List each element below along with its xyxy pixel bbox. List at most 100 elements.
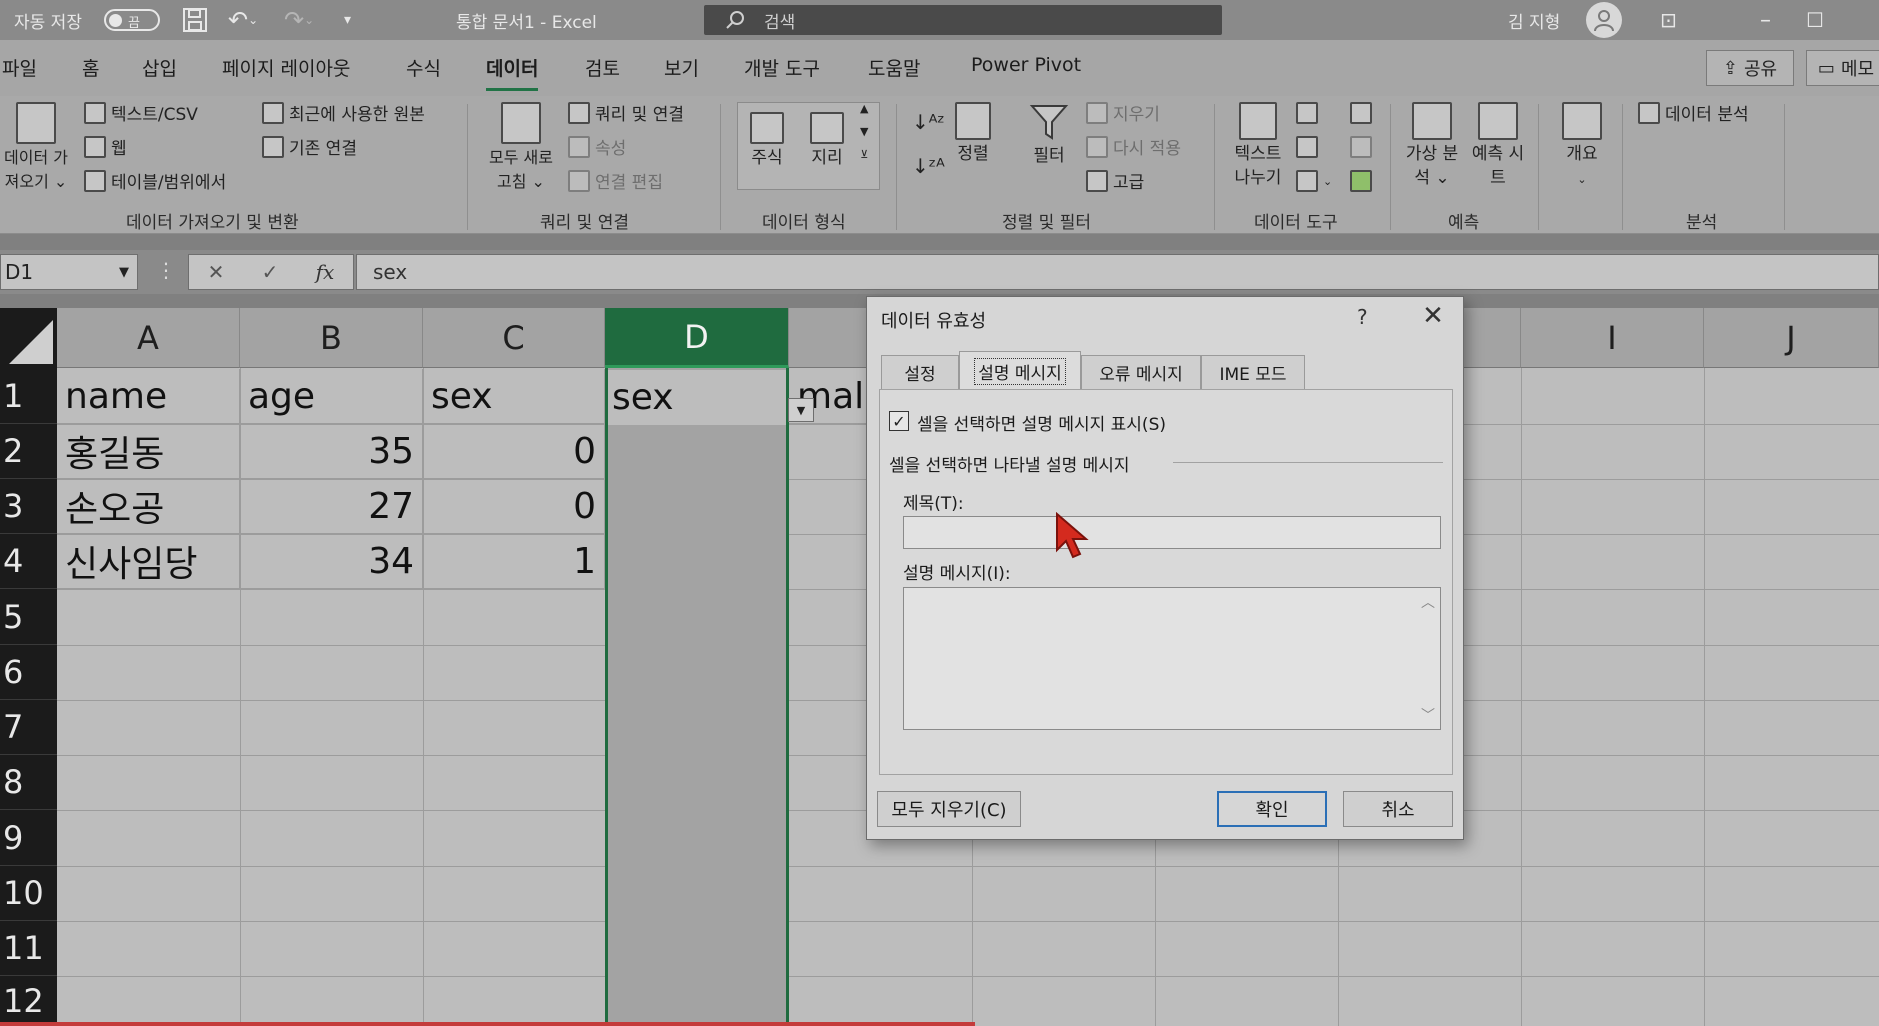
tab-review[interactable]: 검토 [585, 54, 620, 81]
qat-customize-icon[interactable]: ▾ [344, 0, 351, 40]
share-button[interactable]: ⇪ 공유 [1706, 50, 1794, 86]
chevron-down-icon[interactable]: ▼ [119, 265, 129, 280]
column-header-i[interactable]: I [1521, 308, 1704, 368]
cell-a1[interactable]: name [57, 369, 240, 424]
row-header-12[interactable]: 12 [0, 976, 57, 1026]
relationships-button[interactable] [1350, 136, 1372, 158]
select-all-button[interactable] [0, 308, 57, 368]
existing-connections-button[interactable]: 기존 연결 [262, 134, 357, 159]
ok-button[interactable]: 확인 [1217, 791, 1327, 827]
help-icon[interactable]: ? [1357, 305, 1368, 329]
data-validation-button[interactable]: ⌄ [1296, 170, 1332, 192]
recent-sources-button[interactable]: 최근에 사용한 원본 [262, 100, 425, 125]
reapply-button[interactable]: 다시 적용 [1086, 134, 1181, 159]
what-if-button[interactable]: 가상 분석 ⌄ [1400, 102, 1464, 190]
data-model-button[interactable] [1350, 170, 1372, 192]
refresh-all-button[interactable]: 모두 새로 고침 ⌄ [480, 102, 562, 194]
enter-icon[interactable]: ✓ [262, 260, 279, 284]
maximize-icon[interactable]: ☐ [1806, 0, 1824, 40]
save-icon[interactable] [182, 0, 208, 40]
cell-c2[interactable]: 0 [423, 424, 605, 479]
tab-view[interactable]: 보기 [664, 54, 699, 81]
selected-column-d[interactable] [605, 368, 789, 1026]
forecast-sheet-button[interactable]: 예측 시트 [1470, 102, 1526, 190]
cancel-button[interactable]: 취소 [1343, 791, 1453, 827]
row-header-4[interactable]: 4 [0, 534, 57, 589]
cell-b1[interactable]: age [240, 369, 423, 424]
tab-input-message[interactable]: 설명 메시지 [959, 351, 1081, 391]
sort-desc-button[interactable]: ↓ᶻᴬ [912, 154, 945, 178]
advanced-filter-button[interactable]: 고급 [1086, 168, 1144, 193]
tab-error-alert[interactable]: 오류 메시지 [1081, 355, 1201, 389]
text-to-columns-button[interactable]: 텍스트 나누기 [1226, 102, 1290, 190]
cell-c4[interactable]: 1 [423, 534, 605, 589]
sort-asc-button[interactable]: ↓ᴬᶻ [912, 110, 945, 134]
validation-dropdown-icon[interactable]: ▼ [788, 398, 814, 422]
cell-b2[interactable]: 35 [240, 424, 423, 479]
properties-button[interactable]: 속성 [568, 134, 626, 159]
queries-connections-button[interactable]: 쿼리 및 연결 [568, 100, 684, 125]
redo-icon[interactable]: ↷ ⌄ [284, 0, 314, 40]
row-header-3[interactable]: 3 [0, 479, 57, 534]
autosave-toggle[interactable]: 끔 [98, 0, 160, 40]
flash-fill-button[interactable] [1296, 102, 1318, 124]
tab-page-layout[interactable]: 페이지 레이아웃 [222, 54, 350, 81]
filter-button[interactable]: 필터 [1024, 102, 1074, 168]
from-text-csv-button[interactable]: 텍스트/CSV [84, 100, 198, 125]
tab-help[interactable]: 도움말 [868, 54, 920, 81]
row-header-5[interactable]: 5 [0, 589, 57, 645]
tab-developer[interactable]: 개발 도구 [744, 54, 820, 81]
clear-all-button[interactable]: 모두 지우기(C) [877, 791, 1021, 827]
insert-function-icon[interactable]: fx [316, 260, 335, 284]
name-box[interactable]: D1 ▼ [0, 254, 138, 290]
cell-a2[interactable]: 홍길동 [57, 424, 240, 479]
column-header-c[interactable]: C [423, 308, 605, 368]
formula-input[interactable]: sex [356, 254, 1879, 290]
geography-button[interactable]: 지리 [802, 112, 852, 170]
cell-a4[interactable]: 신사임당 [57, 534, 240, 589]
close-icon[interactable]: ✕ [1418, 301, 1448, 331]
clear-filter-button[interactable]: 지우기 [1086, 100, 1160, 125]
undo-icon[interactable]: ↶ ⌄ [228, 0, 258, 40]
tab-settings[interactable]: 설정 [881, 355, 959, 389]
cell-a3[interactable]: 손오공 [57, 479, 240, 534]
cell-c1[interactable]: sex [423, 369, 605, 424]
edit-links-button[interactable]: 연결 편집 [568, 168, 663, 193]
show-message-label[interactable]: 셀을 선택하면 설명 메시지 표시(S) [917, 410, 1166, 435]
scroll-up-icon[interactable]: ︿ [1421, 592, 1435, 612]
row-header-2[interactable]: 2 [0, 424, 57, 479]
remove-duplicates-button[interactable] [1296, 136, 1318, 158]
sort-button[interactable]: 정렬 [948, 102, 998, 166]
ribbon-display-icon[interactable]: ⊡ [1660, 0, 1677, 40]
row-header-9[interactable]: 9 [0, 810, 57, 866]
column-header-j[interactable]: J [1704, 308, 1879, 368]
avatar[interactable] [1586, 2, 1622, 38]
row-header-6[interactable]: 6 [0, 645, 57, 700]
from-web-button[interactable]: 웹 [84, 134, 127, 159]
from-table-button[interactable]: 테이블/범위에서 [84, 168, 226, 193]
column-header-d[interactable]: D [605, 308, 789, 368]
cell-b3[interactable]: 27 [240, 479, 423, 534]
comments-button[interactable]: ▭ 메모 [1806, 50, 1879, 86]
cell-d1[interactable]: sex [608, 370, 786, 425]
column-header-b[interactable]: B [240, 308, 423, 368]
message-scrollbar[interactable]: ︿ ﹀ [1416, 588, 1440, 729]
tab-formulas[interactable]: 수식 [406, 54, 441, 81]
cancel-icon[interactable]: ✕ [208, 260, 225, 284]
tab-file[interactable]: 파일 [2, 54, 37, 81]
tab-power-pivot[interactable]: Power Pivot [971, 54, 1081, 76]
data-analysis-button[interactable]: 데이터 분석 [1638, 100, 1749, 125]
cell-c3[interactable]: 0 [423, 479, 605, 534]
minimize-icon[interactable]: – [1760, 0, 1771, 40]
message-textarea[interactable]: ︿ ﹀ [903, 587, 1441, 730]
tab-home[interactable]: 홈 [82, 54, 99, 81]
scroll-down-icon[interactable]: ﹀ [1421, 705, 1435, 725]
row-header-7[interactable]: 7 [0, 700, 57, 755]
column-header-a[interactable]: A [57, 308, 240, 368]
cell-b4[interactable]: 34 [240, 534, 423, 589]
row-header-11[interactable]: 11 [0, 921, 57, 976]
stocks-button[interactable]: 주식 [742, 112, 792, 170]
outline-button[interactable]: 개요 ⌄ [1558, 102, 1606, 192]
row-header-8[interactable]: 8 [0, 755, 57, 810]
gallery-scroll[interactable]: ▲ ▼ ⊻ [860, 102, 868, 161]
